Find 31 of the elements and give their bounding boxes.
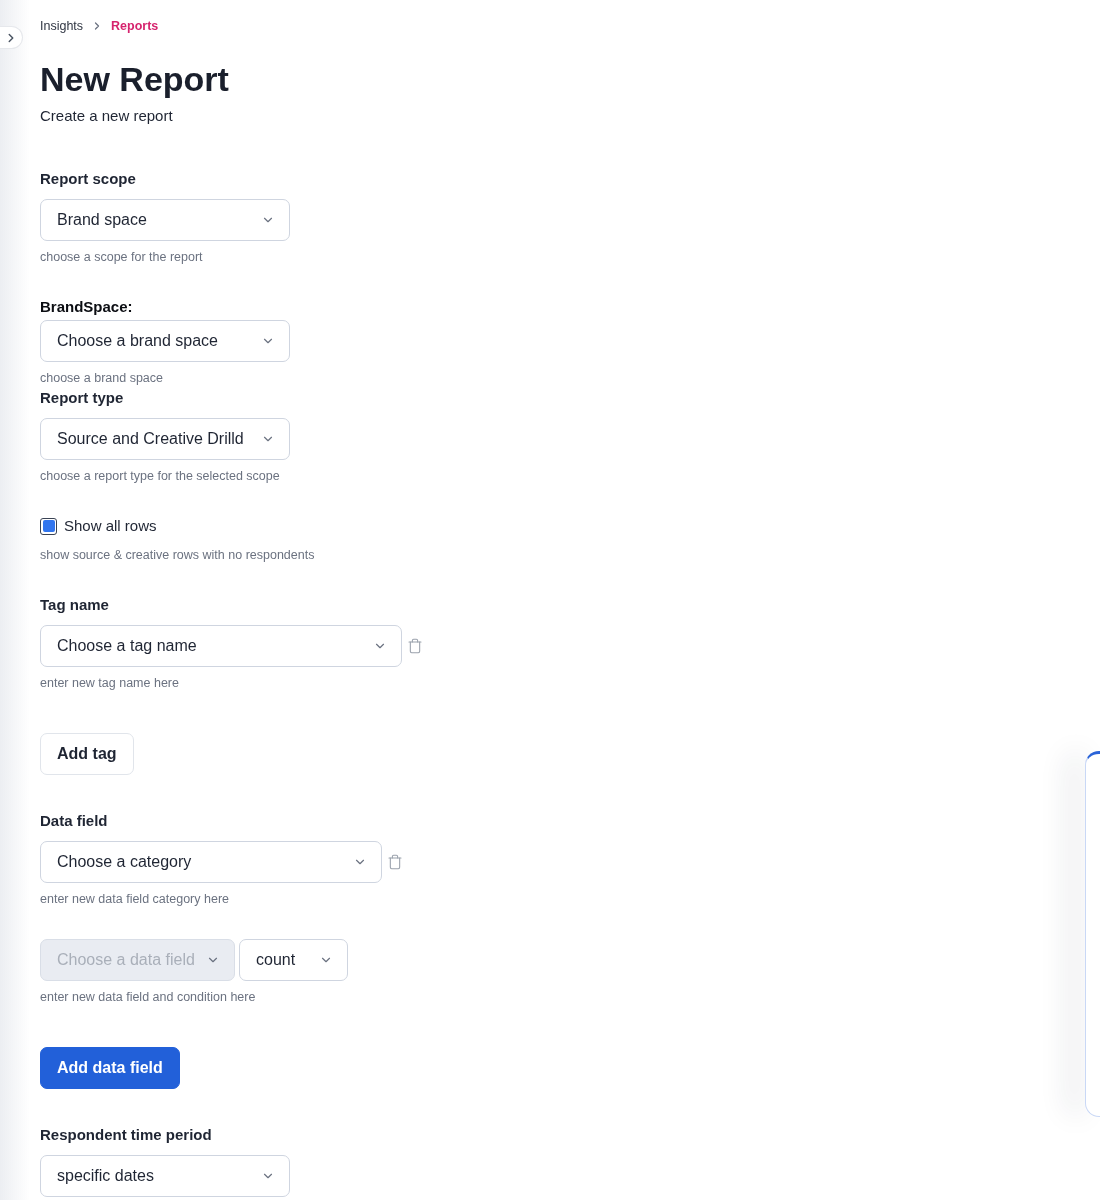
dropdown-field[interactable]: Source and Creative Drilld (40, 418, 290, 460)
trash-icon[interactable] (387, 854, 403, 870)
hint-text: choose a report type for the selected scope (40, 468, 280, 484)
breadcrumb-link[interactable]: Reports (111, 18, 159, 34)
field-label: Report type (40, 388, 124, 408)
dropdown-field[interactable]: Brand space (40, 199, 290, 241)
dropdown-field[interactable]: Choose a category (40, 841, 382, 883)
dropdown-field[interactable]: count (239, 939, 348, 981)
hint-text: choose a scope for the report (40, 249, 203, 265)
dropdown-field[interactable]: specific dates (40, 1155, 290, 1197)
dropdown-field[interactable]: Choose a brand space (40, 320, 290, 362)
hint-text: enter new tag name here (40, 675, 179, 691)
page-subtitle: Create a new report (40, 106, 173, 126)
trash-icon[interactable] (407, 638, 423, 654)
add-data-field-button[interactable]: Add data field (40, 1047, 180, 1089)
field-label: BrandSpace: (40, 297, 133, 317)
hint-text: choose a brand space (40, 370, 163, 386)
hint-text: show source & creative rows with no respondents (40, 547, 315, 563)
field-label: Report scope (40, 169, 136, 189)
hint-text: enter new data field category here (40, 891, 229, 907)
breadcrumb-link[interactable]: Insights (40, 18, 84, 34)
checkbox-label[interactable]: Show all rows (64, 516, 157, 536)
hint-text: enter new data field and condition here (40, 989, 256, 1005)
field-label: Respondent time period (40, 1125, 212, 1145)
field-label: Tag name (40, 595, 109, 615)
page-title: New Report (40, 59, 229, 99)
field-label: Data field (40, 811, 108, 831)
sidebar-toggle-button[interactable] (0, 26, 23, 49)
add-tag-button[interactable]: Add tag (40, 733, 134, 775)
checkbox[interactable] (40, 517, 57, 535)
dropdown-field[interactable]: Choose a tag name (40, 625, 402, 667)
